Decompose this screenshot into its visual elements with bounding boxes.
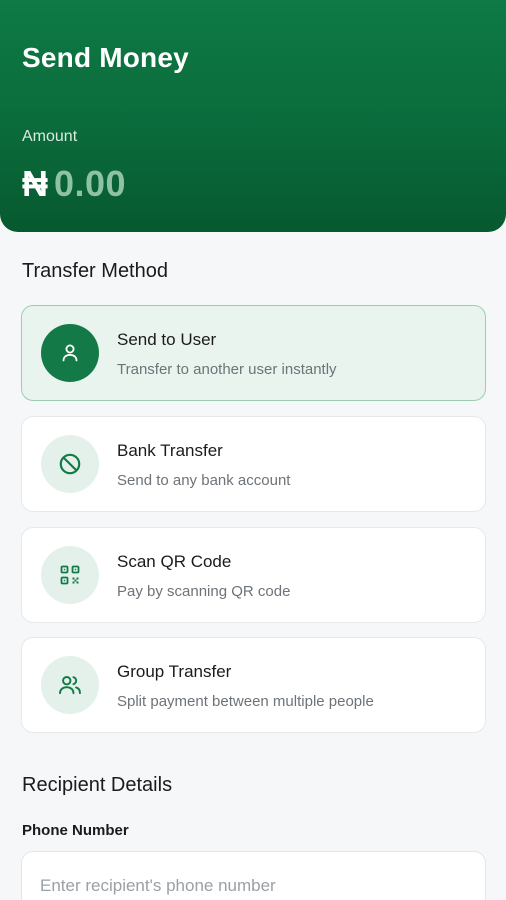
method-description: Pay by scanning QR code xyxy=(117,583,291,600)
send-money-screen: Send Money Amount ₦ 0.00 Transfer Method… xyxy=(0,0,506,900)
transfer-method-title: Transfer Method xyxy=(22,260,168,282)
qr-code-icon xyxy=(41,546,99,604)
method-group-transfer[interactable]: Group Transfer Split payment between mul… xyxy=(21,637,486,733)
amount-label: Amount xyxy=(22,128,78,145)
method-title: Bank Transfer xyxy=(117,441,223,460)
currency-symbol: ₦ xyxy=(22,163,48,204)
amount-header: Send Money Amount ₦ 0.00 xyxy=(0,0,506,232)
method-description: Split payment between multiple people xyxy=(117,693,374,710)
no-entry-icon xyxy=(41,435,99,493)
amount-input[interactable]: ₦ 0.00 xyxy=(22,163,126,205)
amount-value[interactable]: 0.00 xyxy=(54,163,126,205)
user-icon xyxy=(41,324,99,382)
method-description: Send to any bank account xyxy=(117,472,291,489)
recipient-details-title: Recipient Details xyxy=(22,774,173,796)
method-title: Scan QR Code xyxy=(117,552,232,571)
method-send-to-user[interactable]: Send to User Transfer to another user in… xyxy=(21,305,486,401)
page-title: Send Money xyxy=(22,42,189,73)
method-title: Send to User xyxy=(117,330,217,349)
method-title: Group Transfer xyxy=(117,662,232,681)
phone-number-input[interactable] xyxy=(21,851,486,900)
method-scan-qr-code[interactable]: Scan QR Code Pay by scanning QR code xyxy=(21,527,486,623)
method-description: Transfer to another user instantly xyxy=(117,361,337,378)
users-icon xyxy=(41,656,99,714)
method-bank-transfer[interactable]: Bank Transfer Send to any bank account xyxy=(21,416,486,512)
phone-number-label: Phone Number xyxy=(22,822,129,839)
